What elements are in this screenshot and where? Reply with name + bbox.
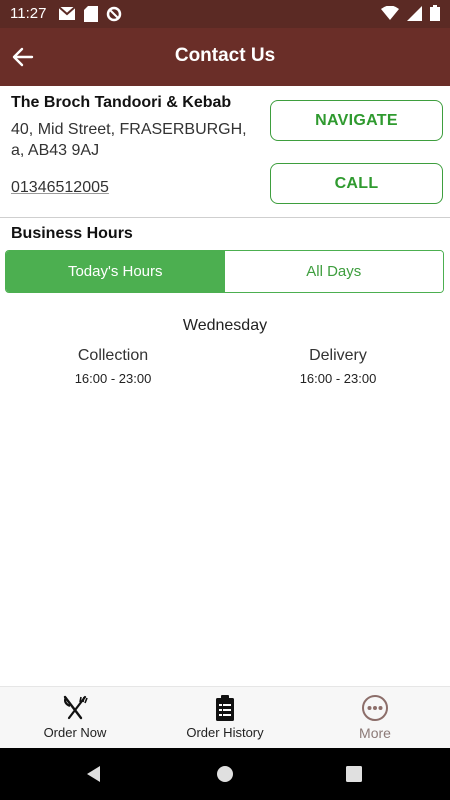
bottom-navigation: Order Now Order History More — [0, 686, 450, 749]
triangle-back-icon — [87, 766, 100, 782]
square-recents-icon — [346, 766, 362, 782]
business-hours-heading: Business Hours — [11, 225, 133, 242]
day-label: Wednesday — [182, 317, 268, 334]
tab-all-days[interactable]: All Days — [224, 251, 443, 292]
battery-icon — [430, 5, 440, 21]
collection-hours: Collection 16:00 - 23:00 — [33, 347, 193, 386]
status-notification-icons — [58, 6, 122, 22]
system-back-button[interactable] — [64, 748, 124, 800]
data-saver-icon — [106, 6, 122, 22]
signal-icon — [407, 5, 422, 21]
restaurant-info: The Broch Tandoori & Kebab 40, Mid Stree… — [0, 86, 450, 218]
collection-label: Collection — [77, 347, 149, 364]
nav-more[interactable]: More — [300, 687, 450, 749]
clipboard-icon — [216, 695, 234, 721]
hours-segmented-control: Today's Hours All Days — [5, 250, 444, 293]
status-bar: 11:27 — [0, 0, 450, 28]
app-bar: Contact Us — [0, 28, 450, 86]
sd-card-icon — [84, 6, 98, 22]
navigate-button[interactable]: NAVIGATE — [270, 100, 443, 141]
nav-order-history[interactable]: Order History — [150, 687, 300, 749]
address-line-1: 40, Mid Street, FRASERBURGH, — [11, 121, 247, 138]
page-title: Contact Us — [174, 45, 276, 66]
delivery-hours: Delivery 16:00 - 23:00 — [258, 347, 418, 386]
phone-link[interactable]: 01346512005 — [11, 179, 109, 197]
delivery-time: 16:00 - 23:00 — [299, 371, 377, 386]
circle-home-icon — [217, 766, 233, 782]
fork-knife-icon — [63, 695, 88, 720]
status-system-icons — [381, 5, 440, 21]
status-time: 11:27 — [10, 5, 47, 22]
more-dots-icon — [362, 695, 388, 721]
gmail-icon — [58, 6, 76, 20]
nav-more-label: More — [359, 725, 391, 741]
nav-order-now[interactable]: Order Now — [0, 687, 150, 749]
wifi-icon — [381, 6, 399, 20]
nav-order-now-label: Order Now — [43, 725, 107, 740]
restaurant-name: The Broch Tandoori & Kebab — [11, 94, 232, 111]
address-line-2: a, AB43 9AJ — [11, 142, 100, 159]
call-button[interactable]: CALL — [270, 163, 443, 204]
nav-order-history-label: Order History — [186, 725, 264, 740]
tab-todays-hours[interactable]: Today's Hours — [6, 251, 225, 292]
system-navigation-bar — [0, 748, 450, 800]
system-home-button[interactable] — [195, 748, 255, 800]
restaurant-address: 40, Mid Street, FRASERBURGH, a, AB43 9AJ — [11, 119, 263, 161]
delivery-label: Delivery — [309, 347, 367, 364]
system-recents-button[interactable] — [324, 748, 384, 800]
collection-time: 16:00 - 23:00 — [74, 371, 152, 386]
